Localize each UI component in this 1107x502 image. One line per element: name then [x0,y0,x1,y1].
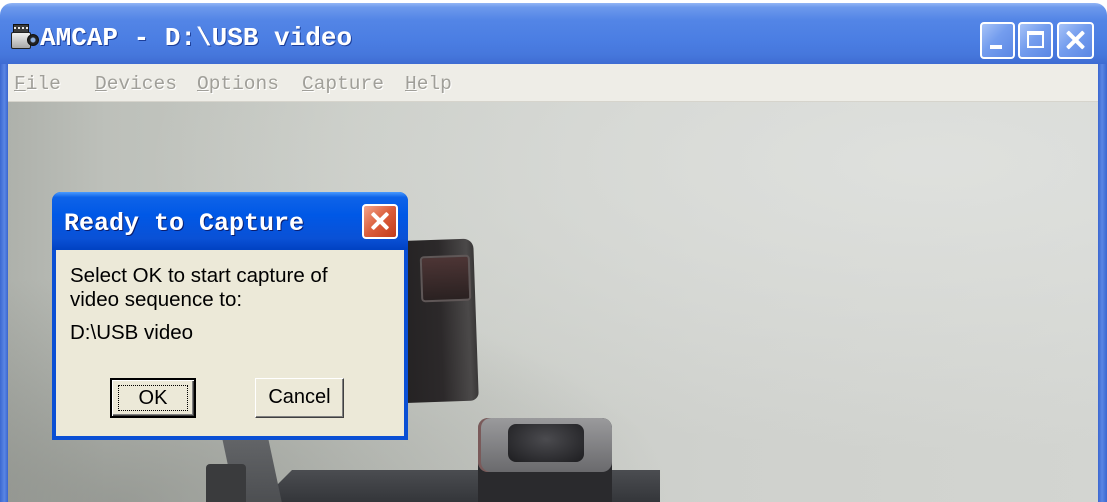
menu-devices[interactable]: Devices [95,73,177,95]
close-icon [364,206,396,237]
window-title: AMCAP - D:\USB video [40,23,353,53]
dialog-message-line-1: Select OK to start capture of [70,264,328,287]
window-title-bar[interactable]: AMCAP - D:\USB video [0,3,1107,64]
close-button[interactable] [1057,22,1094,59]
menu-options[interactable]: Options [197,73,279,95]
maximize-button[interactable] [1018,22,1053,59]
minimize-button[interactable] [980,22,1015,59]
close-icon [1059,24,1092,57]
menu-capture[interactable]: Capture [302,73,384,95]
dialog-message-line-2: video sequence to: [70,288,243,311]
amcap-window: AMCAP - D:\USB video File Devices Option… [0,0,1107,502]
preview-object-base-top [478,418,612,472]
dialog-body: Select OK to start capture of video sequ… [56,250,404,436]
maximize-icon [1027,31,1044,48]
menu-help[interactable]: Help [405,73,452,95]
preview-object-camera-face [419,254,472,303]
ok-button[interactable]: OK [110,378,196,418]
dialog-title: Ready to Capture [64,209,305,238]
ok-button-label: OK [138,387,168,409]
preview-object-dark-block [206,464,246,502]
preview-object-base-hole [508,424,584,462]
menu-file[interactable]: File [14,73,61,95]
window-frame-left [0,64,8,502]
dialog-file-path: D:\USB video [70,321,194,344]
ready-to-capture-dialog: Ready to Capture Select OK to start capt… [52,192,408,440]
cancel-button-label: Cancel [268,386,331,408]
menu-bar: File Devices Options Capture Help [8,64,1098,102]
cancel-button[interactable]: Cancel [255,378,344,418]
window-frame-right [1098,64,1107,502]
preview-object-camera-base [478,418,612,502]
amcap-app-icon[interactable] [11,24,39,50]
dialog-close-button[interactable] [362,204,398,239]
minimize-icon [990,45,1002,49]
dialog-title-bar[interactable]: Ready to Capture [52,192,408,250]
